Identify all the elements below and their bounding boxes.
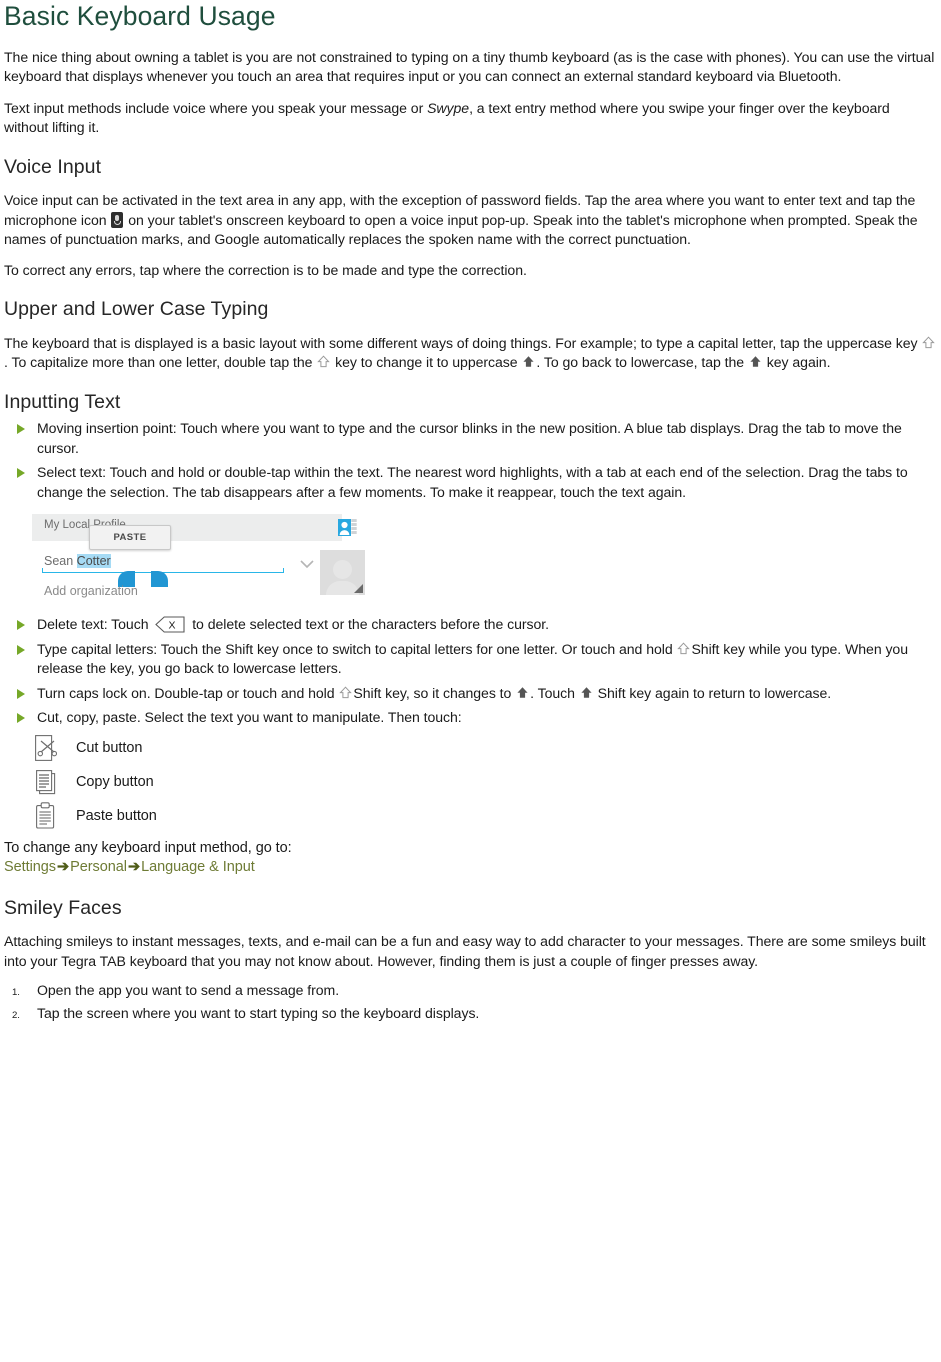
- list-item: Moving insertion point: Touch where you …: [4, 419, 937, 458]
- breadcrumb-item-settings[interactable]: Settings: [4, 859, 56, 875]
- step-text: Open the app you want to send a message …: [37, 982, 340, 999]
- svg-text:X: X: [169, 620, 176, 632]
- list-item: Cut, copy, paste. Select the text you wa…: [4, 708, 937, 728]
- triangle-bullet-icon: [17, 620, 25, 631]
- ul-seg3: key to change it to uppercase: [331, 354, 522, 371]
- heading-smiley-faces: Smiley Faces: [4, 896, 122, 919]
- voice-correction-paragraph: To correct any errors, tap where the cor…: [4, 261, 527, 278]
- list-item: Open the app you want to send a message …: [4, 981, 937, 1001]
- cut-icon: [34, 734, 58, 762]
- caps-before: Turn caps lock on. Double-tap or touch a…: [37, 684, 339, 701]
- list-item: Select text: Touch and hold or double-ta…: [4, 463, 937, 502]
- bullet-text: Select text: Touch and hold or double-ta…: [37, 464, 908, 500]
- ul-seg2: . To capitalize more than one letter, do…: [4, 354, 317, 371]
- delete-before: Delete text: Touch: [37, 616, 153, 633]
- shift-hollow-icon: [922, 336, 936, 348]
- paste-button-label: Paste button: [76, 807, 157, 824]
- caps-after: Shift key again to return to lowercase.: [593, 684, 832, 701]
- heading-inputting-text: Inputting Text: [4, 390, 121, 413]
- list-item: Type capital letters: Touch the Shift ke…: [4, 640, 937, 679]
- ul-seg4: . To go back to lowercase, tap the: [536, 354, 748, 371]
- contact-photo-icon: [338, 519, 357, 537]
- upper-lower-paragraph: The keyboard that is displayed is a basi…: [4, 334, 937, 373]
- resize-handle[interactable]: [354, 584, 363, 594]
- arrow-right-icon: ➔: [127, 858, 141, 875]
- backspace-key-icon: X: [155, 616, 185, 633]
- paste-button-row: Paste button: [4, 802, 937, 830]
- triangle-bullet-icon: [17, 644, 25, 655]
- shift-hollow-icon: [677, 642, 691, 654]
- paste-icon: [34, 802, 58, 830]
- smiley-paragraph: Attaching smileys to instant messages, t…: [4, 933, 926, 969]
- embedded-screenshot: My Local Profile PASTE Sean Cotter Add o…: [32, 514, 365, 603]
- bullet-text: Moving insertion point: Touch where you …: [37, 420, 902, 456]
- change-input-method-text: To change any keyboard input method, go …: [4, 839, 292, 856]
- capital-before: Type capital letters: Touch the Shift ke…: [37, 640, 677, 657]
- selected-text: Cotter: [76, 554, 111, 569]
- delete-after: to delete selected text or the character…: [188, 616, 549, 633]
- heading-voice-input: Voice Input: [4, 155, 102, 178]
- contact-first-name: Sean: [44, 554, 77, 569]
- add-organization-label[interactable]: Add organization: [44, 584, 138, 598]
- triangle-bullet-icon: [17, 688, 25, 699]
- breadcrumb: Settings➔Personal➔Language & Input: [4, 858, 937, 877]
- intro-paragraph-2: Text input methods include voice where y…: [4, 99, 937, 138]
- copy-button-label: Copy button: [76, 773, 154, 790]
- step-text: Tap the screen where you want to start t…: [37, 1004, 480, 1021]
- list-item: Turn caps lock on. Double-tap or touch a…: [4, 684, 937, 704]
- smiley-steps: Open the app you want to send a message …: [4, 981, 937, 1023]
- cut-button-label: Cut button: [76, 739, 143, 756]
- breadcrumb-item-personal[interactable]: Personal: [70, 859, 127, 875]
- triangle-bullet-icon: [17, 713, 25, 724]
- inputting-text-bullets: Moving insertion point: Touch where you …: [4, 419, 937, 502]
- cut-copy-paste-text: Cut, copy, paste. Select the text you wa…: [37, 709, 462, 726]
- document-page: Basic Keyboard Usage The nice thing abou…: [0, 0, 941, 1362]
- shift-filled-icon: [517, 686, 528, 698]
- voice-p1-after: on your tablet's onscreen keyboard to op…: [4, 211, 918, 248]
- copy-icon: [34, 768, 58, 796]
- triangle-bullet-icon: [17, 424, 25, 435]
- intro-paragraph-1: The nice thing about owning a tablet is …: [4, 48, 935, 85]
- swype-italic: Swype: [427, 99, 470, 116]
- voice-input-paragraph: Voice input can be activated in the text…: [4, 191, 937, 250]
- shift-hollow-icon: [317, 355, 331, 368]
- intro-p2-lead: Text input methods include voice where y…: [4, 99, 428, 116]
- list-item: Tap the screen where you want to start t…: [4, 1004, 937, 1024]
- contact-name-field[interactable]: Sean Cotter: [44, 554, 111, 569]
- shift-hollow-icon: [339, 686, 353, 698]
- breadcrumb-item-language-input[interactable]: Language & Input: [141, 859, 255, 875]
- microphone-icon: [111, 211, 124, 228]
- shift-filled-icon: [750, 356, 761, 367]
- page-title: Basic Keyboard Usage: [4, 1, 276, 31]
- shift-filled-icon: [581, 686, 592, 698]
- cut-button-row: Cut button: [4, 734, 937, 762]
- ul-seg1: The keyboard that is displayed is a basi…: [4, 334, 922, 351]
- list-item: Delete text: Touch X to delete selected …: [4, 615, 937, 635]
- arrow-right-icon: ➔: [57, 858, 70, 875]
- shift-filled-icon: [523, 356, 535, 367]
- triangle-bullet-icon: [17, 468, 25, 479]
- paste-popup-button[interactable]: PASTE: [89, 525, 171, 551]
- inputting-text-bullets-2: Delete text: Touch X to delete selected …: [4, 615, 937, 728]
- heading-upper-lower-case: Upper and Lower Case Typing: [4, 298, 269, 321]
- caps-mid1: Shift key, so it changes to: [353, 684, 516, 701]
- paste-popup-label: PASTE: [113, 532, 147, 544]
- chevron-down-icon[interactable]: [300, 560, 314, 569]
- copy-button-row: Copy button: [4, 768, 937, 796]
- caps-mid2: . Touch: [530, 684, 579, 701]
- ul-seg5: key again.: [762, 354, 831, 371]
